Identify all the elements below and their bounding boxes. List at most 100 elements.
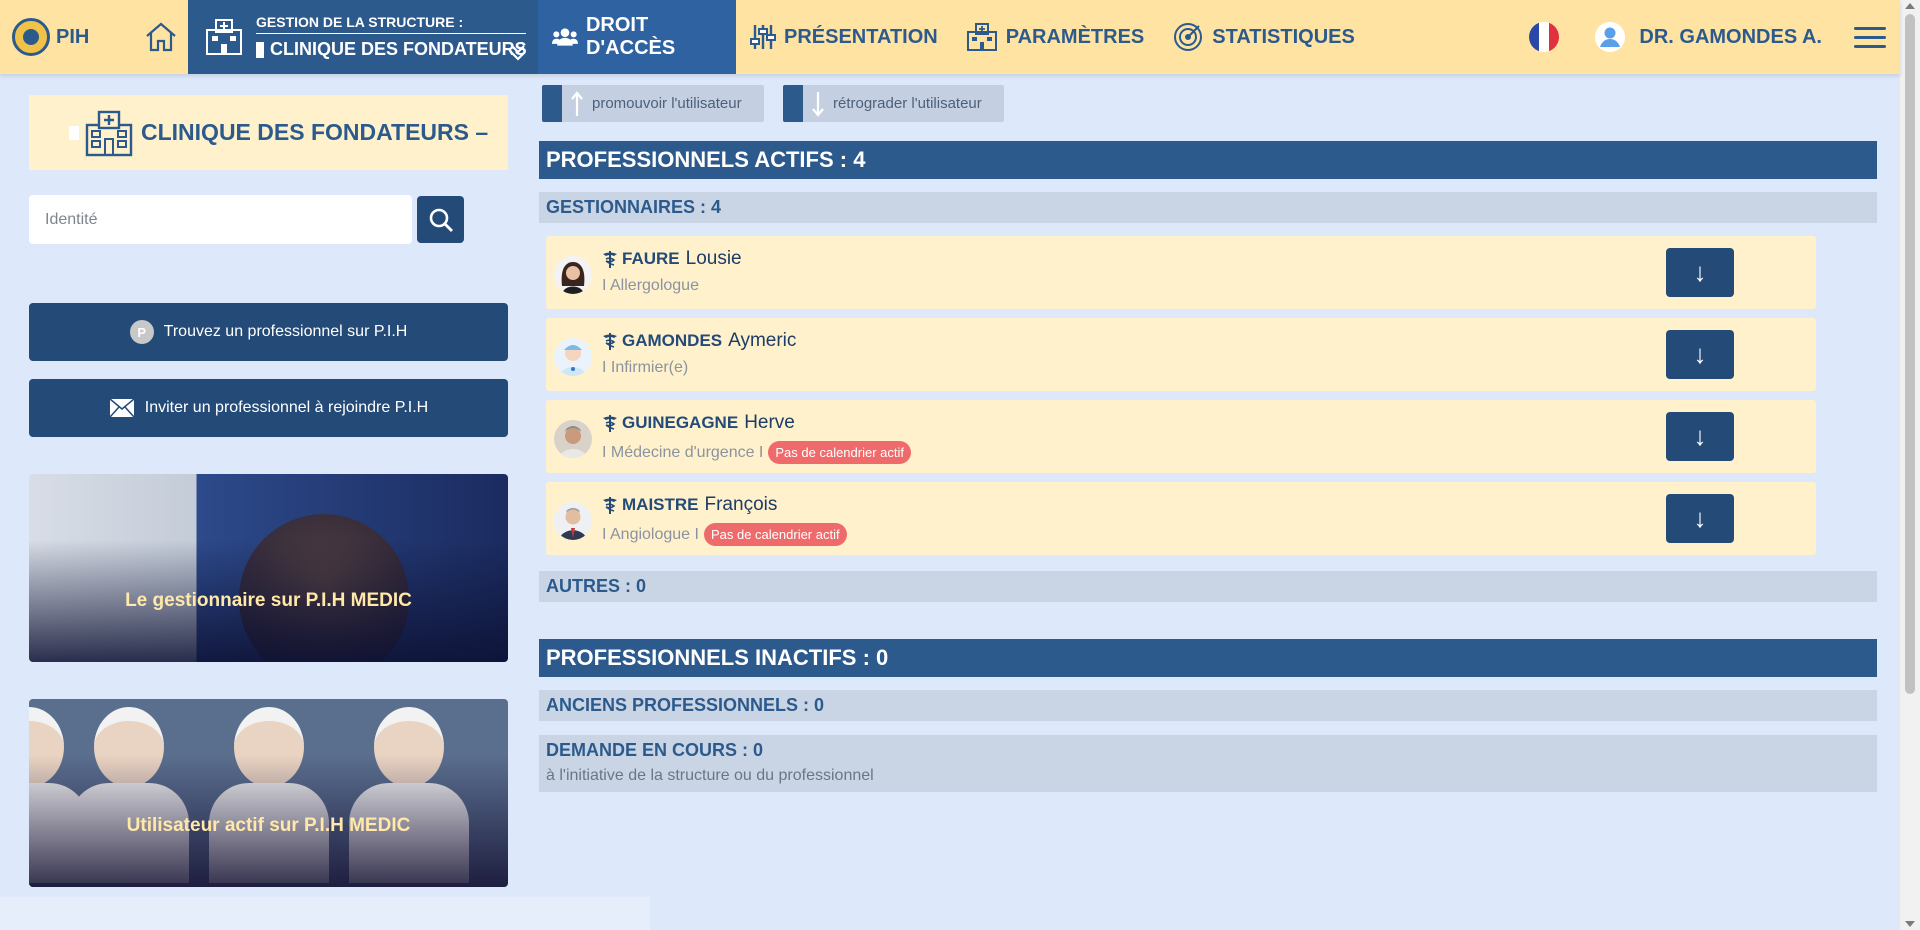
logo-text: PIH: [56, 25, 90, 48]
professional-last-name: GUINEGAGNE: [622, 413, 739, 432]
professional-first-name: Lousie: [685, 248, 742, 269]
professional-specialty: I Médecine d'urgence I: [602, 443, 764, 461]
pending-requests-section: DEMANDE EN COURS : 0 à l'initiative de l…: [539, 735, 1877, 792]
inactive-professionals-header: PROFESSIONNELS INACTIFS : 0: [539, 639, 1877, 677]
scrollbar-thumb[interactable]: [1905, 14, 1915, 694]
radar-chart-icon: [1174, 23, 1203, 51]
user-avatar-icon: [1595, 22, 1626, 52]
tab-label: PARAMÈTRES: [1005, 25, 1145, 48]
text-cursor: [69, 125, 79, 140]
clinic-header: CLINIQUE DES FONDATEURS –: [29, 95, 508, 170]
no-calendar-badge: Pas de calendrier actif: [703, 523, 847, 546]
section-title: GESTIONNAIRES : 4: [546, 197, 722, 217]
tab-label: DROIT D'ACCÈS: [585, 14, 676, 59]
section-title: DEMANDE EN COURS : 0: [546, 740, 764, 760]
man-suit-avatar: [554, 502, 592, 540]
double-chevron-down-icon: [511, 45, 525, 61]
caduceus-icon: [603, 333, 617, 350]
professional-first-name: François: [704, 494, 778, 515]
active-professionals-header: PROFESSIONNELS ACTIFS : 4: [539, 141, 1877, 179]
text-cursor: [256, 41, 264, 58]
find-professional-label: Trouvez un professionnel sur P.I.H: [163, 323, 408, 340]
demote-row-button[interactable]: ↓: [1666, 494, 1734, 543]
professional-row: GUINEGAGNE Herve I Médecine d'urgence I Pa…: [546, 400, 1816, 473]
find-professional-button[interactable]: P Trouvez un professionnel sur P.I.H: [29, 303, 508, 361]
search-input[interactable]: Identité: [29, 195, 412, 244]
scrollbar[interactable]: [1900, 0, 1920, 930]
section-subtitle: à l'initiative de la structure ou du pro…: [546, 767, 874, 784]
building-icon: [966, 23, 997, 51]
demote-user-button[interactable]: rétrograder l'utilisateur: [783, 85, 1004, 122]
promote-user-button[interactable]: promouvoir l'utilisateur: [542, 85, 764, 122]
tab-parametres[interactable]: PARAMÈTRES: [952, 0, 1159, 74]
no-calendar-badge: Pas de calendrier actif: [768, 441, 911, 464]
arrow-down-icon: [812, 91, 824, 117]
section-title: PROFESSIONNELS INACTIFS : 0: [546, 645, 889, 670]
man-avatar: [554, 420, 592, 458]
professional-row: MAISTRE François I Angiologue I Pas de cal…: [546, 482, 1816, 555]
professional-last-name: FAURE: [622, 249, 680, 268]
hospital-icon: [206, 19, 242, 55]
professional-row: FAURE Lousie I Allergologue ↓: [546, 236, 1816, 309]
manager-promo-text: Le gestionnaire sur P.I.H MEDIC: [125, 590, 412, 611]
professional-last-name: MAISTRE: [622, 495, 699, 514]
invite-professional-label: Inviter un professionnel à rejoindre P.I…: [144, 399, 429, 416]
managers-header: GESTIONNAIRES : 4: [539, 192, 1877, 223]
professional-specialty: I Angiologue I: [602, 525, 699, 543]
caduceus-icon: [603, 415, 617, 432]
structure-label: GESTION DE LA STRUCTURE :: [256, 14, 526, 34]
clinic-title: CLINIQUE DES FONDATEURS –: [141, 119, 489, 145]
promote-label: promouvoir l'utilisateur: [592, 95, 742, 112]
active-user-promo-text: Utilisateur actif sur P.I.H MEDIC: [126, 815, 411, 836]
user-menu[interactable]: DR. GAMONDES A.: [1595, 22, 1822, 52]
envelope-icon: [109, 398, 135, 418]
pih-logo-icon: [12, 18, 50, 56]
section-title: ANCIENS PROFESSIONNELS : 0: [546, 695, 825, 715]
professional-specialty: I Infirmier(e): [602, 359, 689, 376]
demote-row-button[interactable]: ↓: [1666, 248, 1734, 297]
invite-professional-button[interactable]: Inviter un professionnel à rejoindre P.I…: [29, 379, 508, 437]
caduceus-icon: [603, 251, 617, 268]
search-icon: [429, 208, 453, 232]
demote-row-button[interactable]: ↓: [1666, 330, 1734, 379]
search-button[interactable]: [417, 196, 464, 243]
active-user-promo-card[interactable]: Utilisateur actif sur P.I.H MEDIC: [29, 699, 508, 887]
tab-label: PRÉSENTATION: [784, 25, 938, 48]
professional-specialty: I Allergologue: [602, 277, 699, 294]
manager-promo-card[interactable]: Le gestionnaire sur P.I.H MEDIC: [29, 474, 508, 662]
scroll-down-arrow-icon[interactable]: [1905, 921, 1915, 927]
professional-last-name: GAMONDES: [622, 331, 723, 350]
professional-first-name: Aymeric: [728, 330, 797, 351]
arrow-up-icon: [571, 90, 583, 116]
french-flag-icon[interactable]: [1529, 22, 1560, 52]
structure-selector[interactable]: GESTION DE LA STRUCTURE : CLINIQUE DES F…: [188, 0, 538, 74]
demote-row-button[interactable]: ↓: [1666, 412, 1734, 461]
demote-label: rétrograder l'utilisateur: [833, 95, 982, 112]
others-header: AUTRES : 0: [539, 571, 1877, 602]
professional-row: GAMONDES Aymeric I Infirmier(e) ↓: [546, 318, 1816, 391]
user-name: DR. GAMONDES A.: [1639, 25, 1822, 48]
section-title: PROFESSIONNELS ACTIFS : 4: [546, 147, 866, 172]
users-icon: [552, 28, 578, 46]
woman-avatar: [554, 256, 592, 294]
top-navbar: PIH GESTION DE LA STRUCTURE : CLINIQUE D…: [0, 0, 1900, 74]
search-placeholder: Identité: [45, 210, 98, 228]
pih-p-icon: P: [129, 320, 154, 344]
tab-presentation[interactable]: PRÉSENTATION: [736, 0, 952, 74]
hospital-icon: [85, 110, 133, 156]
footer-strip: [0, 897, 650, 930]
section-title: AUTRES : 0: [546, 576, 647, 596]
pih-logo[interactable]: PIH: [0, 18, 134, 56]
structure-value: CLINIQUE DES FONDATEURS: [270, 39, 527, 59]
caduceus-icon: [603, 497, 617, 514]
home-button[interactable]: [134, 21, 188, 53]
tab-droit-acces[interactable]: DROIT D'ACCÈS: [538, 0, 736, 74]
sliders-icon: [750, 25, 776, 49]
professional-first-name: Herve: [744, 412, 795, 433]
tab-statistiques[interactable]: STATISTIQUES: [1158, 0, 1369, 74]
nurse-avatar: [554, 338, 592, 376]
former-professionals-header: ANCIENS PROFESSIONNELS : 0: [539, 690, 1877, 721]
hamburger-menu-icon[interactable]: [1854, 21, 1886, 54]
scroll-up-arrow-icon[interactable]: [1905, 3, 1915, 9]
tab-label: STATISTIQUES: [1212, 25, 1355, 48]
